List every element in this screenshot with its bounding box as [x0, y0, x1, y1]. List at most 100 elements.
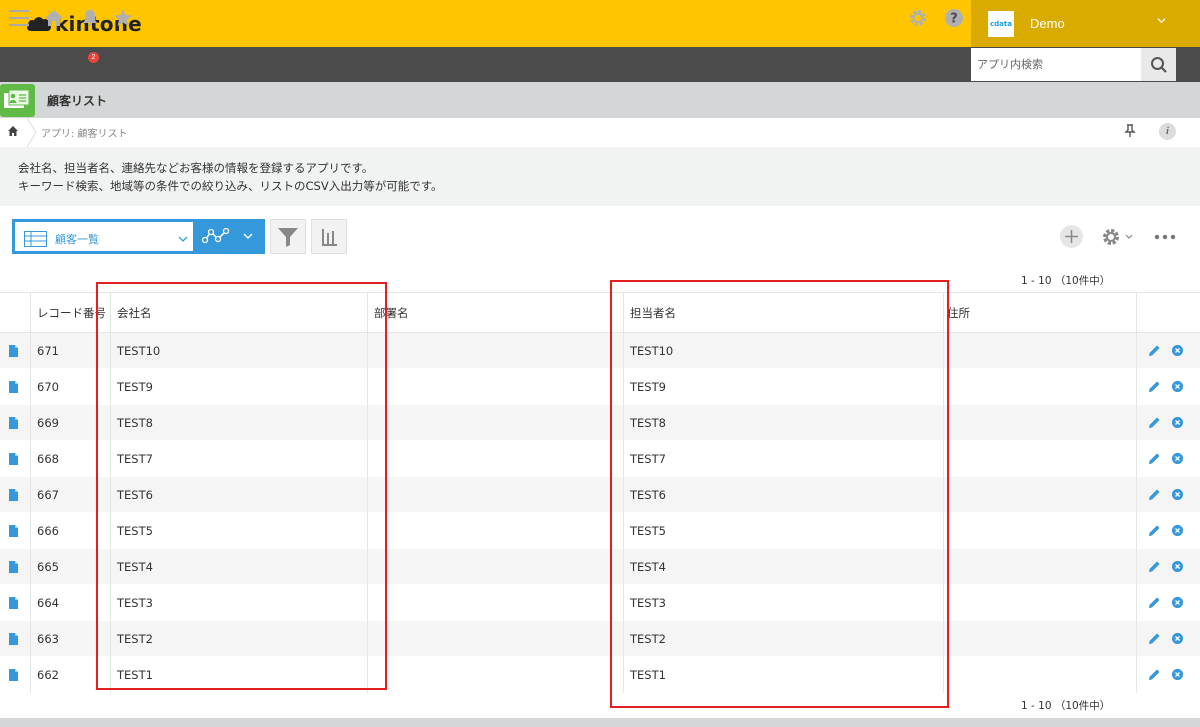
document-icon[interactable] [9, 453, 18, 465]
breadcrumb-separator [26, 118, 37, 147]
more-options-button[interactable] [1154, 228, 1176, 246]
record-no-cell: 662 [31, 657, 111, 693]
header-department[interactable]: 部署名 [368, 293, 624, 333]
document-icon[interactable] [9, 597, 18, 609]
home-icon[interactable] [43, 7, 65, 29]
bar-chart-icon [322, 229, 337, 246]
info-icon[interactable]: i [1159, 123, 1176, 140]
header-contact[interactable]: 担当者名 [624, 293, 944, 333]
contact-cell: TEST9 [624, 369, 944, 405]
address-cell [944, 513, 1137, 549]
delete-icon[interactable] [1172, 345, 1183, 356]
search-icon [1150, 56, 1167, 73]
search-button[interactable] [1141, 48, 1176, 81]
edit-pencil-icon[interactable] [1148, 596, 1161, 609]
department-cell [368, 585, 624, 621]
address-cell [944, 441, 1137, 477]
edit-pencil-icon[interactable] [1148, 524, 1161, 537]
chart-button[interactable] [311, 219, 347, 254]
edit-pencil-icon[interactable] [1148, 488, 1161, 501]
delete-icon[interactable] [1172, 597, 1183, 608]
edit-pencil-icon[interactable] [1148, 668, 1161, 681]
company-cell: TEST5 [111, 513, 368, 549]
company-logo: cdata [988, 10, 1014, 37]
document-icon[interactable] [9, 525, 18, 537]
actions-cell [1137, 657, 1200, 693]
edit-pencil-icon[interactable] [1148, 632, 1161, 645]
table-row: 668 TEST7 TEST7 [0, 441, 1200, 477]
gear-icon [1103, 229, 1133, 245]
star-icon[interactable] [112, 7, 134, 29]
record-no-cell: 665 [31, 549, 111, 585]
app-settings-button[interactable] [1101, 226, 1135, 248]
help-icon[interactable]: ? [943, 7, 965, 29]
delete-icon[interactable] [1172, 417, 1183, 428]
header-address[interactable]: 住所 [944, 293, 1137, 333]
document-icon[interactable] [9, 381, 18, 393]
contact-cell: TEST5 [624, 513, 944, 549]
delete-icon[interactable] [1172, 669, 1183, 680]
delete-icon[interactable] [1172, 525, 1183, 536]
breadcrumb-app-link[interactable]: アプリ: 顧客リスト [41, 125, 128, 140]
record-no-cell: 669 [31, 405, 111, 441]
add-record-button[interactable] [1060, 225, 1083, 248]
record-icon-cell [0, 369, 31, 405]
delete-icon[interactable] [1172, 561, 1183, 572]
filter-button[interactable] [270, 219, 306, 254]
document-icon[interactable] [9, 633, 18, 645]
record-icon-cell [0, 621, 31, 657]
notification-badge: 2 [88, 52, 99, 63]
record-icon-cell [0, 549, 31, 585]
record-icon-cell [0, 405, 31, 441]
contact-cell: TEST6 [624, 477, 944, 513]
breadcrumb [0, 118, 1200, 147]
header-record-no[interactable]: レコード番号 [31, 293, 111, 333]
edit-pencil-icon[interactable] [1148, 452, 1161, 465]
pin-icon[interactable] [1124, 124, 1136, 138]
department-cell [368, 513, 624, 549]
contact-cell: TEST4 [624, 549, 944, 585]
address-cell [944, 405, 1137, 441]
document-icon[interactable] [9, 345, 18, 357]
edit-pencil-icon[interactable] [1148, 416, 1161, 429]
table-row: 663 TEST2 TEST2 [0, 621, 1200, 657]
plus-icon [1065, 230, 1078, 243]
chevron-down-icon [1157, 18, 1166, 24]
home-icon[interactable] [7, 125, 19, 137]
document-icon[interactable] [9, 669, 18, 681]
user-menu[interactable]: cdata Demo [971, 0, 1200, 47]
company-cell: TEST4 [111, 549, 368, 585]
delete-icon[interactable] [1172, 453, 1183, 464]
table-row: 671 TEST10 TEST10 [0, 333, 1200, 369]
address-cell [944, 585, 1137, 621]
company-cell: TEST8 [111, 405, 368, 441]
document-icon[interactable] [9, 417, 18, 429]
edit-pencil-icon[interactable] [1148, 380, 1161, 393]
actions-cell [1137, 441, 1200, 477]
graph-menu-button[interactable] [196, 219, 265, 254]
record-icon-cell [0, 513, 31, 549]
view-selector-inner: 顧客一覧 [15, 222, 193, 251]
actions-cell [1137, 405, 1200, 441]
record-no-cell: 671 [31, 333, 111, 369]
delete-icon[interactable] [1172, 381, 1183, 392]
view-selector[interactable]: 顧客一覧 [12, 219, 196, 254]
record-icon-cell [0, 333, 31, 369]
bell-icon[interactable] [79, 7, 101, 29]
edit-pencil-icon[interactable] [1148, 344, 1161, 357]
delete-icon[interactable] [1172, 633, 1183, 644]
navbar-edge [1176, 47, 1200, 82]
department-cell [368, 621, 624, 657]
document-icon[interactable] [9, 561, 18, 573]
delete-icon[interactable] [1172, 489, 1183, 500]
address-cell [944, 333, 1137, 369]
edit-pencil-icon[interactable] [1148, 560, 1161, 573]
document-icon[interactable] [9, 489, 18, 501]
department-cell [368, 333, 624, 369]
app-search-input[interactable] [971, 48, 1141, 81]
menu-icon[interactable] [8, 7, 30, 29]
header-company[interactable]: 会社名 [111, 293, 368, 333]
contact-cell: TEST10 [624, 333, 944, 369]
gear-icon[interactable] [907, 7, 929, 29]
record-no-cell: 663 [31, 621, 111, 657]
